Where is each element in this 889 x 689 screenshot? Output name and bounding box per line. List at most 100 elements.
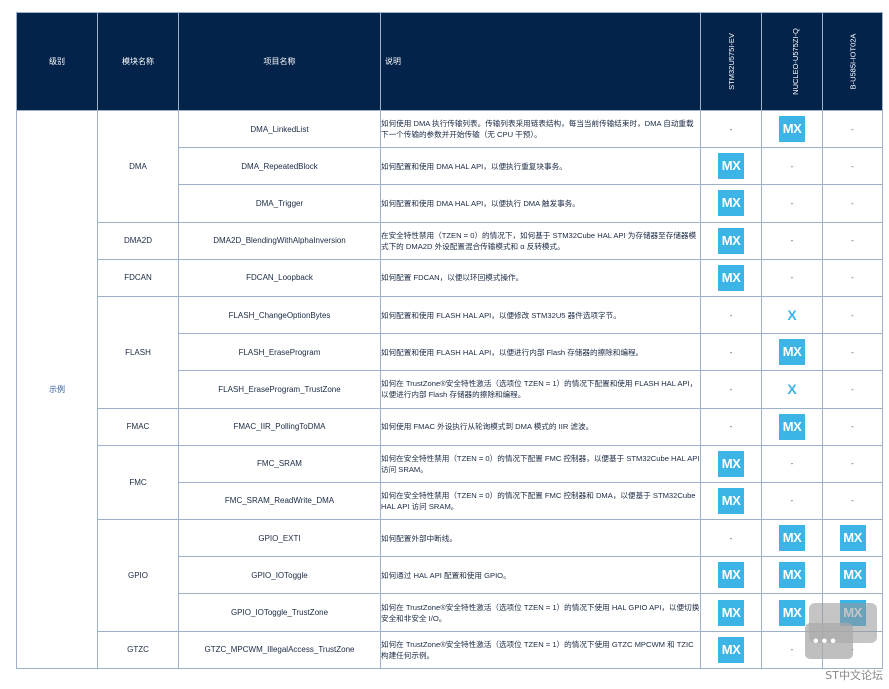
project-cell: DMA2D_BlendingWithAlphaInversion [178,221,381,260]
board-cell: MX [822,556,883,595]
board-cell: - [700,519,762,558]
board-cell: - [822,481,883,521]
board-cell: - [700,370,762,409]
board-cell: - [822,147,883,186]
module-cell: DMA [97,110,179,223]
table-row: FLASH FLASH_ChangeOptionBytes 如何配置和使用 FL… [17,295,883,409]
not-available-dash: - [851,459,854,469]
header-board-3: B-U585I-IOT02A [822,12,883,111]
description-cell: 如何配置外部中断线。 [380,519,701,558]
description-cell: 如何配置和使用 FLASH HAL API，以便进行内部 Flash 存储器的擦… [380,333,701,372]
project-cell: FLASH_ChangeOptionBytes [178,295,381,335]
project-cell: GPIO_EXTI [178,519,381,558]
not-available-dash: - [790,496,794,506]
description-cell: 在安全特性禁用（TZEN = 0）的情况下，如何基于 STM32Cube HAL… [380,221,701,260]
description-cell: 如何配置 FDCAN，以便以环回模式操作。 [380,258,701,297]
header-project: 项目名称 [178,12,381,111]
board-cell: MX [700,481,762,521]
mx-badge: MX [718,227,744,254]
mx-badge: MX [779,116,805,143]
description-cell: 如何在安全特性禁用（TZEN = 0）的情况下配置 FMC 控制器，以便基于 S… [380,444,701,483]
mx-badge: MX [779,339,805,366]
board-cell: - [822,109,883,149]
board-cell: MX [700,593,762,632]
not-available-dash: - [851,496,854,506]
board-cell: MX [700,221,762,260]
board-cell: - [761,184,823,223]
project-cell: GPIO_IOToggle [178,556,381,595]
module-cell: FMAC [97,407,179,446]
module-cell: GPIO [97,519,179,632]
mx-badge: MX [718,264,744,291]
not-available-dash: - [851,124,854,134]
mx-badge: MX [779,525,805,552]
board-cell: - [822,444,883,483]
board-cell: MX [700,184,762,223]
board-cell: - [700,333,762,372]
not-available-dash: - [729,533,733,543]
ellipsis-icon: ••• [813,633,839,650]
mx-badge: MX [839,562,866,589]
board-cell: MX [761,519,823,558]
header-board-2: NUCLEO-U575ZI-Q [761,12,823,111]
description-cell: 如何配置和使用 FLASH HAL API，以便修改 STM32U5 器件选项字… [380,295,701,335]
mx-badge: MX [779,562,805,589]
x-mark: X [787,381,797,398]
table-row: GPIO GPIO_EXTI 如何配置外部中断线。 - MX MX [17,519,883,632]
project-cell: GPIO_IOToggle_TrustZone [178,593,381,632]
board-cell: - [822,333,883,372]
table-row: DMA2D DMA2D_BlendingWithAlphaInversion 在… [17,221,883,260]
board-cell: MX [700,258,762,297]
not-available-dash: - [790,459,794,469]
level-cell: 示例 [16,110,98,669]
header-module: 模块名称 [97,12,179,111]
header-level: 级别 [16,12,98,111]
board-cell: - [822,258,883,297]
mx-badge: MX [718,450,744,477]
table-row: GTZC GTZC_MPCWM_IllegalAccess_TrustZone … [17,630,883,669]
project-cell: FDCAN_Loopback [178,258,381,297]
not-available-dash: - [729,310,733,320]
not-available-dash: - [851,422,854,432]
not-available-dash: - [790,273,794,283]
board-cell: MX [761,556,823,595]
watermark-text: ST中文论坛 [825,669,883,682]
mx-badge: MX [718,599,744,626]
project-cell: FLASH_EraseProgram_TrustZone [178,370,381,409]
not-available-dash: - [851,161,854,171]
module-cell: FMC [97,444,179,521]
description-cell: 如何在 TrustZone®安全特性激活（选项位 TZEN = 1）的情况下配置… [380,370,701,409]
board-cell: MX [700,147,762,186]
mx-badge: MX [718,190,744,217]
table-row: FDCAN FDCAN_Loopback 如何配置 FDCAN，以便以环回模式操… [17,258,883,297]
not-available-dash: - [851,384,854,394]
not-available-dash: - [729,124,733,134]
mx-badge: MX [718,487,744,514]
board-cell: - [822,370,883,409]
not-available-dash: - [851,273,854,283]
not-available-dash: - [790,198,794,208]
mx-badge: MX [718,562,744,589]
not-available-dash: - [851,310,854,320]
project-cell: FMAC_IIR_PollingToDMA [178,407,381,446]
header-board-1: STM32U575I-EV [700,12,762,111]
not-available-dash: - [729,422,733,432]
project-cell: FMC_SRAM [178,444,381,483]
description-cell: 如何使用 FMAC 外设执行从轮询模式到 DMA 模式的 IIR 滤波。 [380,407,701,446]
mx-badge: MX [718,636,744,663]
project-cell: GTZC_MPCWM_IllegalAccess_TrustZone [178,630,381,669]
board-cell: - [822,221,883,260]
mx-badge: MX [779,413,805,440]
not-available-dash: - [851,198,854,208]
description-cell: 如何配置和使用 DMA HAL API，以便执行 DMA 触发事务。 [380,184,701,223]
board-cell: - [761,481,823,521]
header-description: 说明 [380,12,701,111]
board-cell: - [761,444,823,483]
board-cell: - [822,407,883,446]
board-cell: X [761,295,823,335]
board-cell: MX [700,556,762,595]
board-cell: MX [822,519,883,558]
mx-badge: MX [718,153,744,180]
project-cell: DMA_LinkedList [178,109,381,149]
board-cell: - [761,147,823,186]
